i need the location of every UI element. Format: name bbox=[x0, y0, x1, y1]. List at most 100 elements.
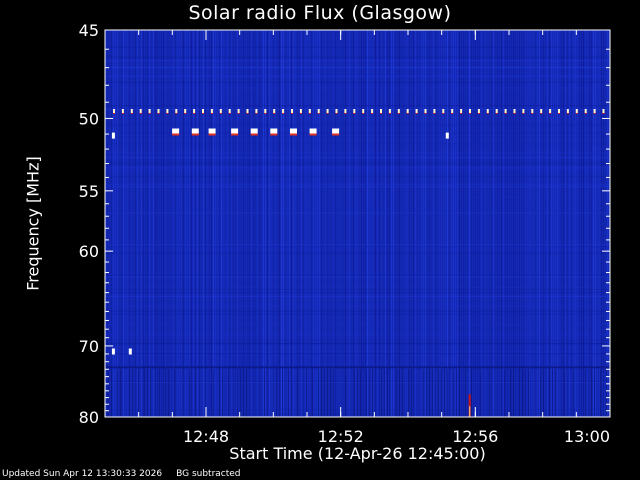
heatmap-column bbox=[357, 369, 358, 417]
heatmap-column bbox=[189, 369, 190, 417]
interference-dash-edge bbox=[299, 113, 302, 114]
x-axis-label: Start Time (12-Apr-26 12:45:00) bbox=[229, 444, 486, 463]
interference-dash-edge bbox=[477, 113, 480, 114]
interference-dash-edge bbox=[308, 113, 311, 114]
interference-dash-edge bbox=[371, 113, 374, 114]
burst-block bbox=[332, 128, 340, 134]
interference-dash bbox=[282, 109, 285, 113]
interference-dash bbox=[175, 109, 178, 113]
heatmap-column bbox=[354, 369, 355, 417]
heatmap-band bbox=[105, 46, 610, 48]
heatmap-column bbox=[306, 369, 307, 417]
heatmap-column bbox=[237, 369, 238, 417]
heatmap-column bbox=[402, 369, 403, 417]
interference-dash bbox=[299, 109, 302, 113]
heatmap-band bbox=[105, 163, 610, 165]
heatmap-column bbox=[456, 369, 457, 417]
heatmap-column bbox=[111, 369, 112, 417]
heatmap-band bbox=[105, 310, 610, 312]
y-axis-label: Frequency [MHz] bbox=[23, 156, 43, 291]
heatmap-column bbox=[159, 369, 160, 417]
interference-dash-edge bbox=[317, 113, 320, 114]
heatmap-column bbox=[381, 369, 382, 417]
heatmap-band bbox=[105, 291, 610, 293]
heatmap-column bbox=[117, 369, 118, 417]
heatmap-band bbox=[105, 287, 610, 288]
heatmap-column bbox=[549, 369, 550, 417]
heatmap-column bbox=[144, 369, 145, 417]
heatmap-band bbox=[105, 60, 610, 62]
burst-spot bbox=[128, 348, 132, 355]
interference-dash bbox=[113, 109, 115, 113]
interference-dash-edge bbox=[121, 113, 124, 114]
heatmap-band bbox=[105, 313, 610, 315]
interference-dash bbox=[362, 109, 365, 113]
interference-dash-edge bbox=[540, 113, 543, 114]
heatmap-band bbox=[105, 246, 610, 248]
heatmap-column bbox=[246, 369, 247, 417]
y-tick-label: 55 bbox=[79, 182, 99, 201]
burst-block bbox=[191, 128, 199, 134]
interference-dash-edge bbox=[148, 113, 151, 114]
burst-spot bbox=[445, 132, 449, 139]
interference-dash bbox=[157, 109, 160, 113]
interference-dash bbox=[388, 109, 391, 113]
interference-dash-edge bbox=[184, 113, 187, 114]
interference-dash bbox=[504, 109, 507, 113]
heatmap-column bbox=[453, 369, 454, 417]
interference-dash bbox=[308, 109, 311, 113]
interference-dash-edge bbox=[531, 113, 534, 114]
interference-dash-edge bbox=[522, 113, 525, 114]
interference-dash bbox=[602, 109, 605, 113]
interference-dash bbox=[397, 109, 400, 113]
heatmap-column bbox=[240, 369, 241, 417]
heatmap-column bbox=[324, 369, 325, 417]
interference-dash-edge bbox=[442, 113, 445, 114]
heatmap-column bbox=[438, 369, 439, 417]
heatmap-band bbox=[105, 306, 610, 307]
heatmap-band bbox=[105, 176, 610, 178]
interference-dash bbox=[219, 109, 222, 113]
interference-dash bbox=[202, 109, 204, 113]
interference-dash bbox=[246, 109, 249, 113]
heatmap-band bbox=[105, 108, 610, 110]
heatmap-column bbox=[129, 369, 130, 417]
interference-dash-edge bbox=[282, 113, 285, 114]
heatmap-band bbox=[105, 353, 610, 355]
spectrogram-chart: 45505560708012:48 12:52 12:56 13:00 bbox=[79, 21, 611, 446]
heatmap-band bbox=[105, 81, 610, 83]
interference-dash bbox=[255, 109, 258, 113]
interference-dash bbox=[237, 109, 240, 113]
heatmap-band bbox=[105, 76, 610, 78]
heatmap-band bbox=[105, 212, 610, 214]
interference-dash bbox=[442, 109, 445, 113]
heatmap-column bbox=[174, 369, 175, 417]
y-tick-label: 50 bbox=[79, 110, 99, 129]
interference-dash-edge bbox=[486, 113, 489, 114]
heatmap-column bbox=[333, 369, 334, 417]
heatmap-column bbox=[288, 369, 289, 417]
interference-dash bbox=[531, 109, 534, 113]
interference-dash-edge bbox=[130, 113, 133, 114]
interference-dash bbox=[415, 109, 418, 113]
interference-dash-edge bbox=[575, 113, 578, 114]
heatmap-column bbox=[543, 369, 544, 417]
heatmap-band bbox=[105, 55, 610, 57]
interference-dash-edge bbox=[335, 113, 338, 114]
burst-block-edge bbox=[250, 133, 258, 136]
heatmap-column bbox=[321, 369, 322, 417]
heatmap-band bbox=[105, 289, 610, 290]
interference-dash bbox=[424, 109, 427, 113]
heatmap-band bbox=[105, 252, 610, 254]
heatmap-column bbox=[471, 369, 472, 417]
interference-dash bbox=[406, 109, 409, 113]
heatmap-column bbox=[276, 369, 277, 417]
heatmap-column bbox=[426, 369, 427, 417]
heatmap-column bbox=[120, 369, 121, 417]
heatmap-column bbox=[360, 369, 361, 417]
interference-dash-edge bbox=[326, 113, 329, 114]
burst-spot bbox=[111, 348, 115, 355]
interference-dash bbox=[460, 109, 463, 113]
interference-dash-edge bbox=[362, 113, 365, 114]
interference-dash bbox=[228, 109, 231, 113]
